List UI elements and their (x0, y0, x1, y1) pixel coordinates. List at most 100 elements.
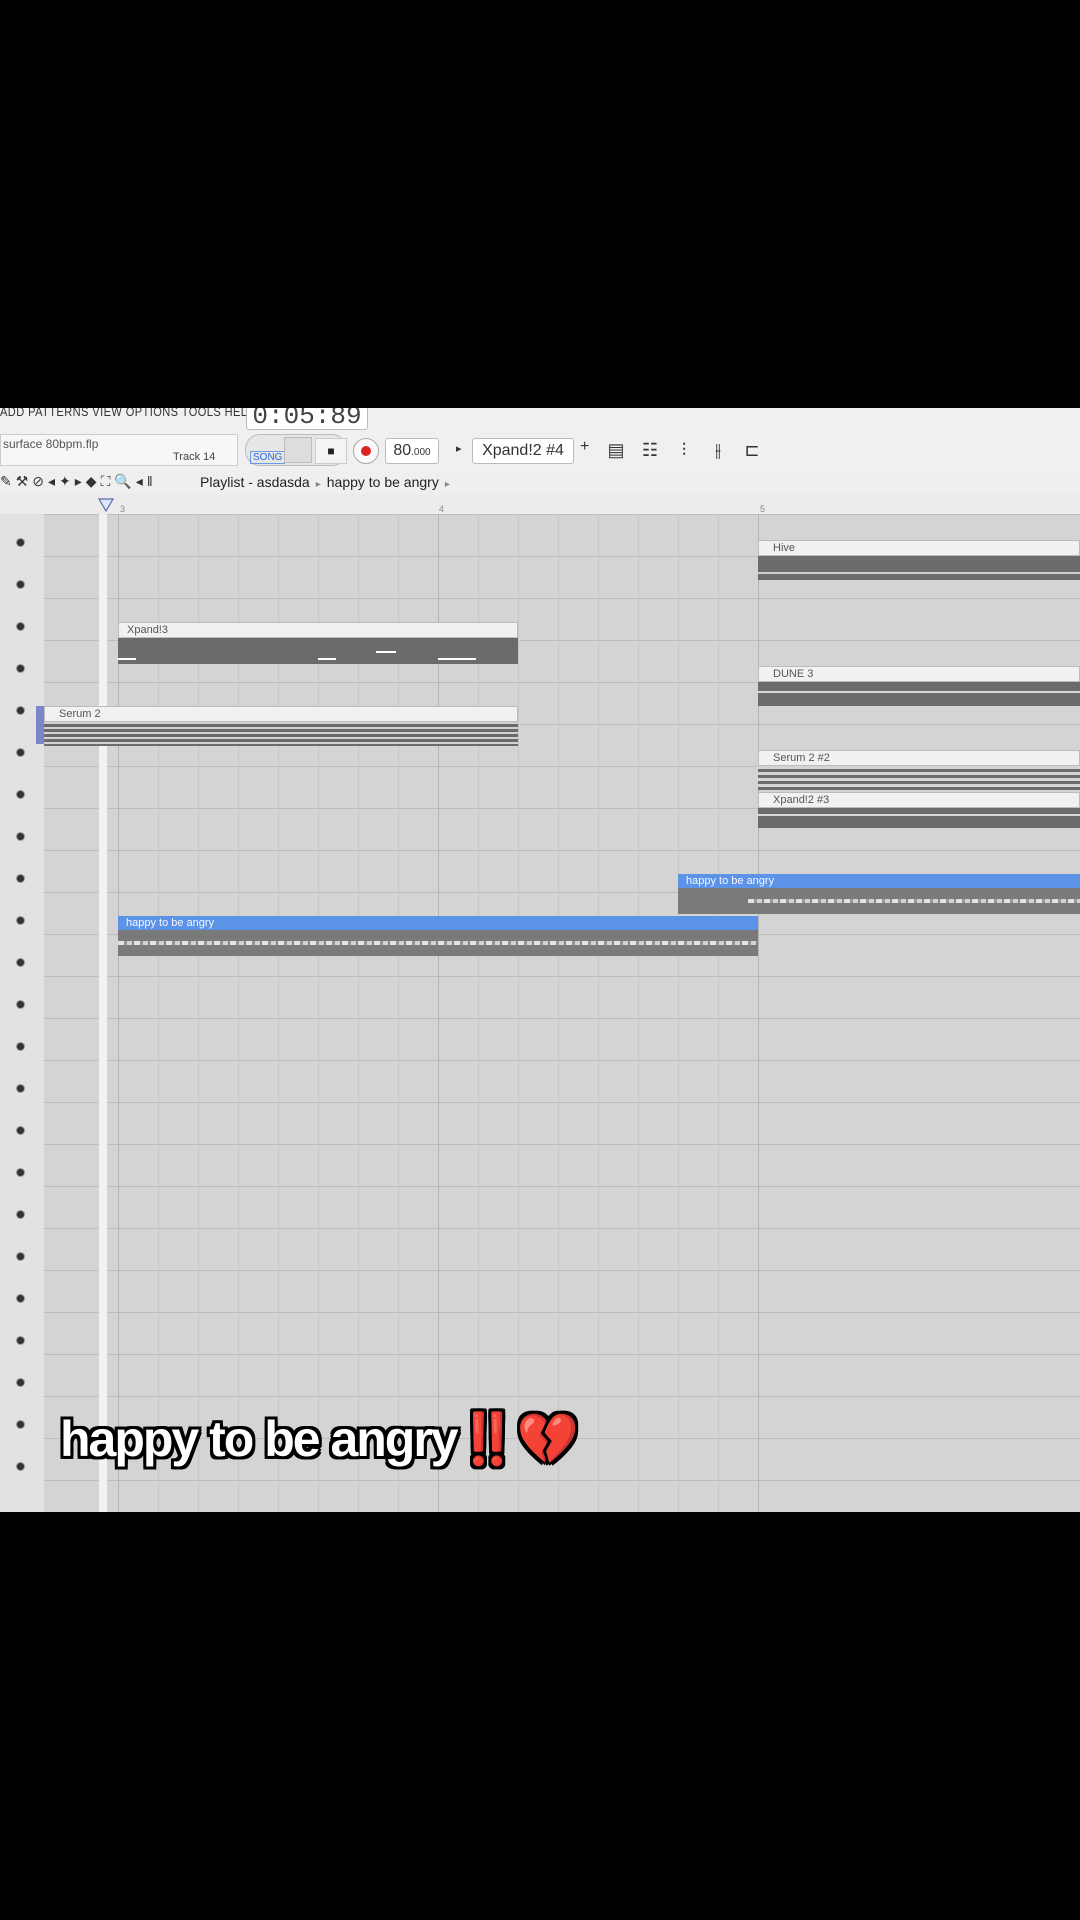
grid-row-line (44, 514, 1080, 515)
clip-body (118, 930, 758, 956)
channel-rack-icon[interactable]: ☷ (638, 438, 662, 462)
ruler-tick: 4 (439, 504, 445, 514)
grid-row-line (44, 1480, 1080, 1481)
grid-row-line (44, 1270, 1080, 1271)
waveform (118, 941, 758, 945)
tempo-display[interactable]: 80.000 (385, 438, 439, 464)
track-mute-dot[interactable] (16, 1210, 25, 1219)
breadcrumb-root[interactable]: Playlist - asdasda (200, 474, 310, 490)
clip-label: Xpand!3 (118, 622, 518, 638)
track-mute-dot[interactable] (16, 916, 25, 925)
clip-body (758, 766, 1080, 790)
piano-roll-icon[interactable]: ⫶ (672, 438, 696, 462)
top-toolbar: ADD PATTERNS VIEW OPTIONS TOOLS HELP 0:0… (0, 408, 1080, 471)
grid-beat-line (598, 514, 599, 1512)
grid-row-line (44, 1312, 1080, 1313)
grid-row-line (44, 1144, 1080, 1145)
browser-icon[interactable]: ⊏ (740, 438, 764, 462)
clip-label: DUNE 3 (758, 666, 1080, 682)
track-mute-dot[interactable] (16, 580, 25, 589)
file-name: surface 80bpm.flp (3, 437, 99, 451)
grid-beat-line (638, 514, 639, 1512)
track-mute-dot[interactable] (16, 706, 25, 715)
menu-bar[interactable]: ADD PATTERNS VIEW OPTIONS TOOLS HELP (0, 408, 255, 419)
timeline-ruler[interactable]: 3 4 5 (0, 494, 1080, 515)
note (118, 658, 136, 660)
track-mute-dot[interactable] (16, 622, 25, 631)
pattern-arrow-icon[interactable]: ▸ (456, 442, 462, 455)
clip-body (44, 722, 518, 746)
track-mute-dot[interactable] (16, 958, 25, 967)
track-header-column (0, 514, 45, 1512)
waveform (748, 899, 1080, 903)
caption-emoji: ‼️💔 (456, 1411, 580, 1467)
clip-serum2-2[interactable]: Serum 2 #2 (758, 750, 1080, 790)
playhead-marker-icon[interactable] (98, 498, 114, 512)
playlist-toolbar: ✎⚒⊘◂✦▸◆⛶🔍◂‖ Playlist - asdasda ▸ happy to … (0, 470, 1080, 494)
track-mute-dot[interactable] (16, 832, 25, 841)
playlist-tools[interactable]: ✎⚒⊘◂✦▸◆⛶🔍◂‖ (0, 473, 157, 490)
clip-label: happy to be angry (118, 916, 758, 930)
track-mute-dot[interactable] (16, 538, 25, 547)
track-mute-dot[interactable] (16, 1126, 25, 1135)
track-mute-dot[interactable] (16, 1000, 25, 1009)
clip-label: happy to be angry (678, 874, 1080, 888)
clip-label: Serum 2 #2 (758, 750, 1080, 766)
ruler-tick: 5 (760, 504, 766, 514)
clip-audio-2[interactable]: happy to be angry (678, 874, 1080, 914)
grid-row-line (44, 850, 1080, 851)
track-mute-dot[interactable] (16, 1378, 25, 1387)
track-mute-dot[interactable] (16, 874, 25, 883)
grid-row-line (44, 1060, 1080, 1061)
playlist-icon[interactable]: ▤ (604, 438, 628, 462)
pattern-selector[interactable]: Xpand!2 #4 (472, 438, 574, 464)
clip-body (758, 556, 1080, 580)
note (318, 658, 336, 660)
grid-row-line (44, 1396, 1080, 1397)
grid-row-line (44, 1018, 1080, 1019)
grid-row-line (44, 1354, 1080, 1355)
clip-body (758, 682, 1080, 706)
record-button[interactable] (353, 438, 379, 464)
track-mute-dot[interactable] (16, 1042, 25, 1051)
track-mute-dot[interactable] (16, 1252, 25, 1261)
clip-body (118, 638, 518, 664)
grid-beat-line (558, 514, 559, 1512)
clip-xpand2-3[interactable]: Xpand!2 #3 (758, 792, 1080, 828)
clip-dune3[interactable]: DUNE 3 (758, 666, 1080, 706)
track-mute-dot[interactable] (16, 1084, 25, 1093)
file-name-panel: surface 80bpm.flp Track 14 (0, 434, 238, 466)
stop-button[interactable]: ■ (315, 438, 347, 464)
clip-serum2[interactable]: Serum 2 (44, 706, 518, 746)
video-caption: happy to be angry‼️💔 (60, 1410, 580, 1469)
track-mute-dot[interactable] (16, 1168, 25, 1177)
tempo-main: 80 (393, 442, 412, 459)
grid-beat-line (518, 514, 519, 1512)
clip-body (678, 888, 1080, 914)
track-mute-dot[interactable] (16, 748, 25, 757)
song-mode-label: SONG (250, 451, 286, 464)
grid-beat-line (758, 514, 759, 1512)
clip-audio-1[interactable]: happy to be angry (118, 916, 758, 956)
pattern-mode-button[interactable] (284, 437, 312, 463)
track-mute-dot[interactable] (16, 1462, 25, 1471)
track-mute-dot[interactable] (16, 1336, 25, 1345)
breadcrumb-separator-icon: ▸ (315, 479, 321, 490)
breadcrumb-current[interactable]: happy to be angry (327, 474, 439, 490)
mixer-icon[interactable]: ⫲ (706, 438, 730, 462)
add-pattern-button[interactable]: + (580, 438, 589, 456)
track-mute-dot[interactable] (16, 790, 25, 799)
clip-hive[interactable]: Hive (758, 540, 1080, 580)
track-mute-dot[interactable] (16, 1420, 25, 1429)
note (376, 651, 396, 653)
track-mute-dot[interactable] (16, 664, 25, 673)
playback-position (99, 514, 107, 1512)
grid-row-line (44, 976, 1080, 977)
ruler-tick: 3 (120, 504, 126, 514)
track-mute-dot[interactable] (16, 1294, 25, 1303)
grid-row-line (44, 1186, 1080, 1187)
breadcrumb: Playlist - asdasda ▸ happy to be angry ▸ (200, 474, 456, 490)
note (438, 658, 476, 660)
clip-xpand3[interactable]: Xpand!3 (118, 622, 518, 664)
clip-label: Xpand!2 #3 (758, 792, 1080, 808)
